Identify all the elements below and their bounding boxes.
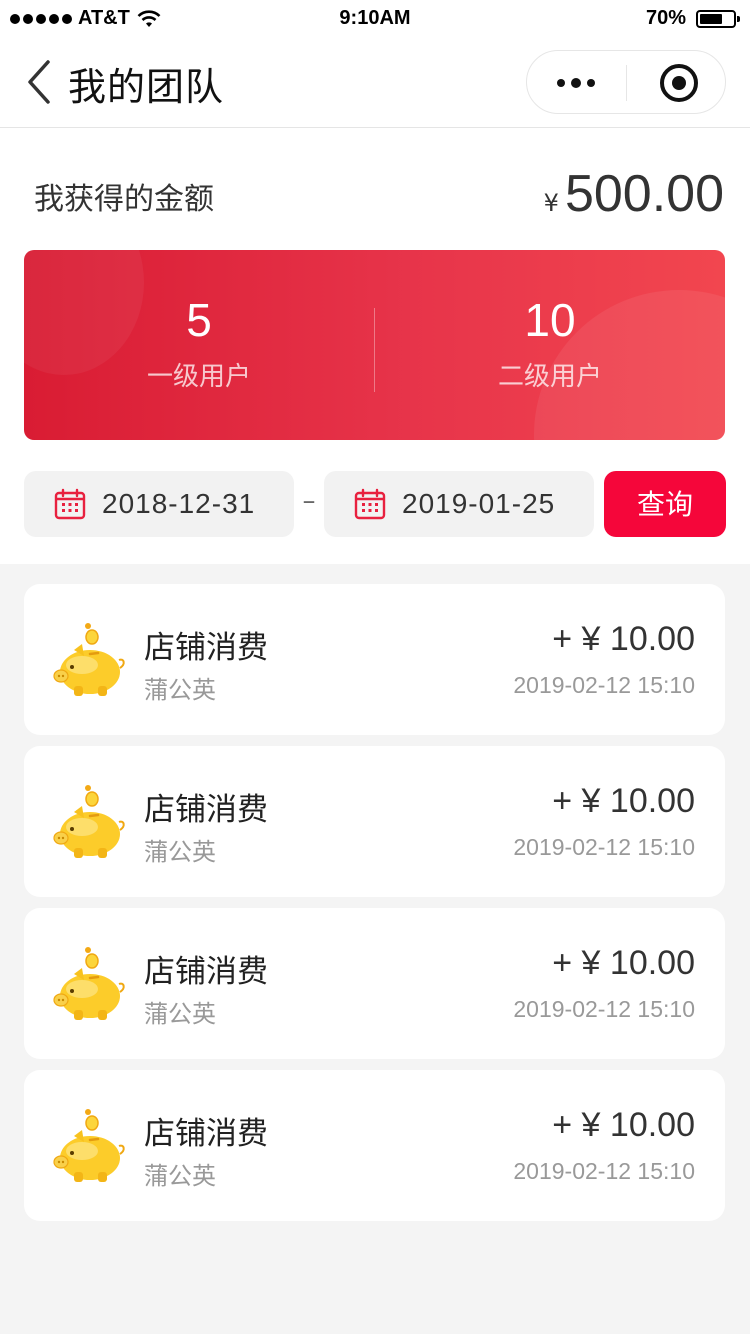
record-user: 蒲公英 <box>144 676 216 704</box>
capsule-divider <box>626 65 627 101</box>
end-date-picker[interactable]: 2019-01-25 <box>324 471 594 537</box>
status-time: 9:10AM <box>339 7 411 29</box>
record-time: 2019-02-12 15:10 <box>513 672 695 698</box>
earned-amount: ¥ 500.00 <box>544 164 724 224</box>
record-amount: + ¥ 10.00 <box>552 782 695 820</box>
record-time: 2019-02-12 15:10 <box>513 1158 695 1184</box>
level-1-users[interactable]: 5 一级用户 <box>24 294 374 393</box>
piggy-bank-icon <box>53 1109 125 1182</box>
earned-amount-value: 500.00 <box>564 165 724 223</box>
status-right: 70% <box>645 7 740 30</box>
record-title: 店铺消费 <box>144 792 268 828</box>
summary-section: 我获得的金额 ¥ 500.00 5 一级用户 10 二级用户 2018-12-3… <box>0 128 750 564</box>
mini-program-capsule <box>526 50 726 114</box>
start-date-picker[interactable]: 2018-12-31 <box>24 471 294 537</box>
record-amount: + ¥ 10.00 <box>552 1106 695 1144</box>
level-2-label: 二级用户 <box>497 362 602 392</box>
record-user: 蒲公英 <box>144 838 216 866</box>
back-chevron-icon[interactable] <box>22 58 56 106</box>
record-user: 蒲公英 <box>144 1162 216 1190</box>
piggy-bank-icon <box>53 623 125 696</box>
date-range-separator: – <box>302 486 316 516</box>
status-bar: AT&T 9:10AM 70% <box>0 0 750 36</box>
record-amount: + ¥ 10.00 <box>552 944 695 982</box>
record-title: 店铺消费 <box>144 954 268 990</box>
level-2-count: 10 <box>524 294 576 346</box>
piggy-bank-icon <box>53 947 125 1020</box>
battery-percent: 70% <box>645 7 686 29</box>
level-2-users[interactable]: 10 二级用户 <box>375 294 725 393</box>
record-amount: + ¥ 10.00 <box>552 620 695 658</box>
user-stats-card: 5 一级用户 10 二级用户 <box>24 250 725 440</box>
list-item[interactable]: 店铺消费 蒲公英 + ¥ 10.00 2019-02-12 15:10 <box>24 1070 725 1221</box>
nav-bar: 我的团队 <box>0 36 750 128</box>
earned-amount-label: 我获得的金额 <box>34 182 214 217</box>
end-date-value: 2019-01-25 <box>402 488 556 519</box>
target-icon[interactable] <box>660 64 698 102</box>
level-1-label: 一级用户 <box>146 362 251 392</box>
record-title: 店铺消费 <box>144 630 268 666</box>
record-user: 蒲公英 <box>144 1000 216 1028</box>
list-item[interactable]: 店铺消费 蒲公英 + ¥ 10.00 2019-02-12 15:10 <box>24 746 725 897</box>
piggy-bank-icon <box>53 785 125 858</box>
record-title: 店铺消费 <box>144 1116 268 1152</box>
calendar-icon <box>354 488 386 520</box>
battery-icon <box>696 9 740 28</box>
start-date-value: 2018-12-31 <box>102 488 256 519</box>
list-item[interactable]: 店铺消费 蒲公英 + ¥ 10.00 2019-02-12 15:10 <box>24 584 725 735</box>
page-title: 我的团队 <box>68 65 225 109</box>
currency-symbol: ¥ <box>543 189 559 217</box>
level-1-count: 5 <box>186 294 212 346</box>
list-item[interactable]: 店铺消费 蒲公英 + ¥ 10.00 2019-02-12 15:10 <box>24 908 725 1059</box>
record-time: 2019-02-12 15:10 <box>513 834 695 860</box>
record-time: 2019-02-12 15:10 <box>513 996 695 1022</box>
more-dots-icon[interactable] <box>557 78 595 88</box>
calendar-icon <box>54 488 86 520</box>
query-button[interactable]: 查询 <box>604 471 726 537</box>
